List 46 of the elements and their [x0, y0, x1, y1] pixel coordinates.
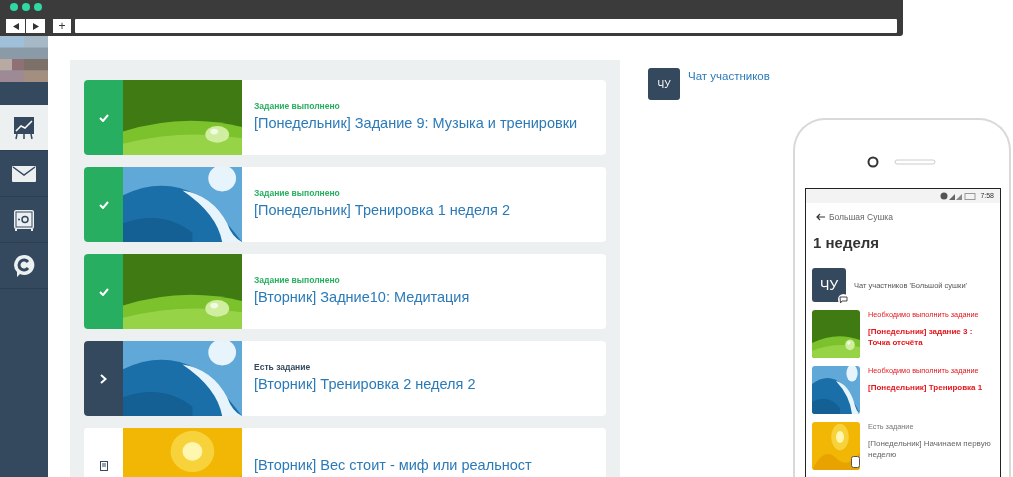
- status-icons: [940, 192, 977, 200]
- avatar: ЧУ: [648, 68, 680, 100]
- sidebar-item[interactable]: [0, 105, 48, 151]
- task-link[interactable]: [Вторник] Задние10: Медитация: [254, 287, 470, 309]
- window-dot-icon: [34, 3, 42, 11]
- address-field[interactable]: [75, 19, 897, 33]
- check-icon: [98, 200, 109, 209]
- check-icon: [98, 113, 109, 122]
- status-text: Задание выполнено: [254, 187, 341, 200]
- task-card[interactable]: Задание выполнено [Понедельник] Задание 9: Музыка и тренировки: [84, 80, 606, 155]
- forward-button[interactable]: [26, 19, 45, 33]
- chat-link[interactable]: Чат участников: [688, 68, 770, 86]
- task-card[interactable]: Задание выполнено [Вторник] Задние10: Медитация: [84, 254, 606, 329]
- status-text: Есть задание: [254, 361, 312, 374]
- speaker-camera-icon: [867, 156, 937, 168]
- task-card[interactable]: [Вторник] Вес стоит - миф или реальност: [84, 428, 606, 477]
- task-link[interactable]: [Вторник] Вес стоит - миф или реальност: [254, 454, 532, 477]
- page-heading: 1 неделя: [812, 232, 881, 253]
- status-text: Задание выполнено: [254, 274, 341, 287]
- message-icon: [838, 294, 849, 306]
- back-arrow-icon[interactable]: [816, 213, 825, 222]
- status-text: Задание выполнено: [254, 100, 341, 113]
- chat-bubble-icon: [13, 253, 35, 278]
- item-title[interactable]: [Понедельник] задание 3 : Точка отсчёта: [868, 327, 994, 349]
- chevron-right-icon: [100, 373, 107, 384]
- task-link[interactable]: [Понедельник] Задание 9: Музыка и тренировки: [254, 113, 578, 135]
- document-icon: [99, 460, 108, 471]
- safe-icon: [13, 208, 35, 231]
- left-triangle-icon: [12, 22, 19, 30]
- back-button[interactable]: [6, 19, 25, 33]
- item-title[interactable]: [Понедельник] Начинаем первую неделю: [868, 439, 994, 461]
- task-link[interactable]: [Вторник] Тренировка 2 неделя 2: [254, 374, 476, 396]
- back-link[interactable]: Большая Сушка: [829, 211, 893, 224]
- window-dot-icon: [10, 3, 18, 11]
- task-link[interactable]: [Понедельник] Тренировка 1 неделя 2: [254, 200, 510, 222]
- task-card[interactable]: Есть задание [Вторник] Тренировка 2 неделя 2: [84, 341, 606, 416]
- check-icon: [98, 287, 109, 296]
- phone-icon: [851, 456, 860, 469]
- right-triangle-icon: [32, 22, 39, 30]
- task-card[interactable]: Задание выполнено [Понедельник] Тренировка 1 неделя 2: [84, 167, 606, 242]
- chart-board-icon: [13, 115, 35, 140]
- mail-icon: [12, 165, 36, 182]
- new-tab-button[interactable]: +: [53, 19, 71, 33]
- window-dot-icon: [22, 3, 30, 11]
- item-title[interactable]: [Понедельник] Тренировка 1: [868, 383, 983, 394]
- avatar: ЧУ: [812, 268, 846, 303]
